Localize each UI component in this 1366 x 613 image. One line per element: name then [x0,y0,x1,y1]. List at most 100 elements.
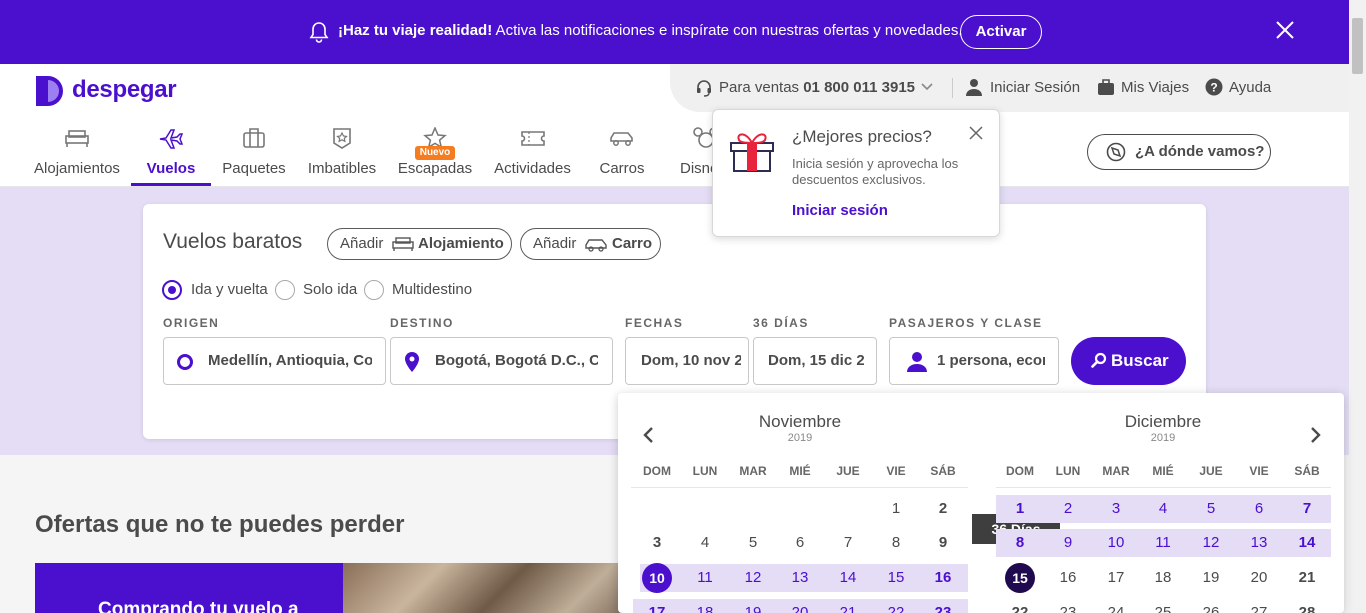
calendar-day[interactable]: 19 [1191,564,1231,592]
passengers-input[interactable]: 1 persona, económica [937,338,1045,384]
nav-item-vuelos[interactable]: Vuelos [131,125,211,186]
destination-field[interactable]: Bogotá, Bogotá D.C., Colombia [390,337,613,385]
calendar-day[interactable]: 10 [1096,529,1136,557]
sales-phone[interactable]: Para ventas 01 800 011 3915 [719,79,915,96]
calendar-day[interactable]: 2 [1048,495,1088,523]
calendar-day[interactable]: 18 [685,599,725,613]
add-car-button[interactable]: Añadir Carro [520,228,661,260]
calendar-day[interactable]: 16 [1048,564,1088,592]
popover-login-link[interactable]: Iniciar sesión [792,202,888,219]
popover-title: ¿Mejores precios? [792,127,932,146]
calendar-day[interactable]: 23 [923,599,963,613]
calendar-day[interactable]: 7 [828,529,868,557]
date-from-input[interactable]: Dom, 10 nov 2019 [641,338,741,384]
nav-label-actividades: Actividades [494,160,571,177]
radio-label-one-way: Solo ida [303,281,358,298]
calendar-day[interactable]: 5 [1191,495,1231,523]
calendar-day[interactable]: 23 [1048,599,1088,613]
passengers-field[interactable]: 1 persona, económica [889,337,1059,385]
calendar-day[interactable]: 2 [923,495,963,523]
calendar-day[interactable]: 11 [1143,529,1183,557]
weekday-header: JUE [1199,464,1223,478]
my-trips-link[interactable]: Mis Viajes [1121,79,1189,96]
date-from-field[interactable]: Dom, 10 nov 2019 [625,337,749,385]
calendar-day[interactable]: 17 [637,599,677,613]
date-to-input[interactable]: Dom, 15 dic 2019 [768,338,864,384]
weekday-header: JUE [836,464,860,478]
radio-multi-city[interactable] [364,280,384,300]
calendar-day[interactable]: 13 [780,564,820,592]
nav-item-actividades[interactable]: Actividades [490,125,575,186]
calendar-day[interactable]: 16 [923,564,963,592]
scrollbar-thumb[interactable] [1352,18,1363,74]
nav-item-alojamientos[interactable]: Alojamientos [30,125,124,186]
calendar-day[interactable]: 18 [1143,564,1183,592]
nav-item-carros[interactable]: Carros [590,125,654,186]
calendar-day[interactable]: 3 [637,529,677,557]
calendar-day[interactable]: 7 [1287,495,1327,523]
add-hotel-button[interactable]: Añadir Alojamiento [327,228,512,260]
calendar-day[interactable]: 9 [1048,529,1088,557]
close-icon[interactable] [1275,20,1295,40]
search-button[interactable]: Buscar [1071,337,1186,385]
calendar-day[interactable]: 4 [1143,495,1183,523]
calendar-day[interactable]: 24 [1096,599,1136,613]
calendar-day[interactable]: 4 [685,529,725,557]
calendar-day[interactable]: 20 [780,599,820,613]
chevron-left-icon[interactable] [641,426,655,444]
login-link[interactable]: Iniciar Sesión [990,79,1080,96]
close-icon[interactable] [968,125,984,141]
calendar-day[interactable]: 8 [876,529,916,557]
calendar-day[interactable]: 17 [1096,564,1136,592]
calendar-day[interactable]: 20 [1239,564,1279,592]
calendar-day[interactable]: 22 [1000,599,1040,613]
calendar-divider [631,487,968,488]
calendar-day[interactable]: 26 [1191,599,1231,613]
calendar-day[interactable]: 21 [1287,564,1327,592]
add-car-label: Carro [612,235,653,252]
destination-input[interactable]: Bogotá, Bogotá D.C., Colombia [435,338,598,384]
chevron-down-icon[interactable] [921,83,933,91]
calendar-day[interactable]: 1 [876,495,916,523]
despegar-logo-icon[interactable] [34,74,68,108]
calendar-day[interactable]: 11 [685,564,725,592]
calendar-day[interactable]: 5 [733,529,773,557]
calendar-day[interactable]: 28 [1287,599,1327,613]
radio-one-way[interactable] [275,280,295,300]
logo-text[interactable]: despegar [72,76,177,104]
promo-city-image[interactable] [343,563,633,613]
origin-input[interactable]: Medellín, Antioquia, Colombia [208,338,372,384]
scrollbar[interactable] [1349,0,1366,613]
calendar-day[interactable]: 25 [1143,599,1183,613]
calendar-day[interactable]: 3 [1096,495,1136,523]
calendar-day-selected[interactable]: 10 [642,563,672,593]
calendar-day[interactable]: 6 [780,529,820,557]
sales-label: Para ventas [719,79,804,96]
calendar-day[interactable]: 19 [733,599,773,613]
calendar-day[interactable]: 27 [1239,599,1279,613]
calendar-day[interactable]: 22 [876,599,916,613]
nav-item-imbatibles[interactable]: Imbatibles [302,125,382,186]
help-link[interactable]: Ayuda [1229,79,1271,96]
calendar-day-selected[interactable]: 15 [1005,563,1035,593]
calendar-day[interactable]: 12 [733,564,773,592]
compass-icon [1106,142,1126,162]
date-to-field[interactable]: Dom, 15 dic 2019 [753,337,877,385]
calendar-day[interactable]: 15 [876,564,916,592]
calendar-day[interactable]: 6 [1239,495,1279,523]
activate-button[interactable]: Activar [960,15,1042,49]
calendar-day[interactable]: 14 [828,564,868,592]
search-button-label: Buscar [1111,351,1169,370]
calendar-day[interactable]: 9 [923,529,963,557]
chevron-right-icon[interactable] [1309,426,1323,444]
origin-field[interactable]: Medellín, Antioquia, Colombia [163,337,386,385]
car-icon [610,132,633,146]
calendar-day[interactable]: 14 [1287,529,1327,557]
calendar-day[interactable]: 12 [1191,529,1231,557]
nav-item-paquetes[interactable]: Paquetes [218,125,290,186]
calendar-day[interactable]: 21 [828,599,868,613]
calendar-day[interactable]: 8 [1000,529,1040,557]
radio-round-trip[interactable] [162,280,182,300]
calendar-day[interactable]: 1 [1000,495,1040,523]
calendar-day[interactable]: 13 [1239,529,1279,557]
